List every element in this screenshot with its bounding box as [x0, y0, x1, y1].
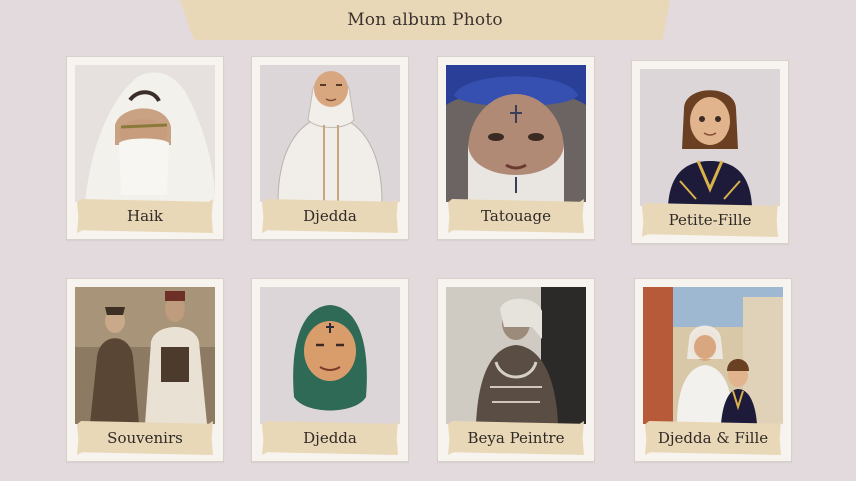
photo-card-djedda-portrait[interactable]: Djedda: [251, 278, 409, 462]
photo-label: Petite-Fille: [642, 203, 778, 237]
photo-label: Djedda: [262, 421, 398, 455]
photo-card-souvenirs[interactable]: Souvenirs: [66, 278, 224, 462]
photo-label: Beya Peintre: [448, 421, 584, 455]
photo-label: Djedda & Fille: [645, 421, 781, 455]
tatouage-photo: [446, 65, 586, 202]
haik-photo: [75, 65, 215, 202]
photo-card-djedda[interactable]: Djedda: [251, 56, 409, 240]
photo-card-tatouage[interactable]: Tatouage: [437, 56, 595, 240]
album-title: Mon album Photo: [347, 10, 503, 30]
photo-card-petite-fille[interactable]: Petite-Fille: [631, 60, 789, 244]
photo-label: Haik: [77, 199, 213, 233]
photo-card-haik[interactable]: Haik: [66, 56, 224, 240]
djedda-fille-illustration: [643, 287, 783, 424]
album-title-banner: Mon album Photo: [180, 0, 670, 40]
djedda-portrait-illustration: [260, 287, 400, 424]
petite-fille-illustration: [640, 69, 780, 206]
djedda-illustration: [260, 65, 400, 202]
photo-label: Tatouage: [448, 199, 584, 233]
photo-label: Souvenirs: [77, 421, 213, 455]
beya-photo: [446, 287, 586, 424]
photo-card-djedda-fille[interactable]: Djedda & Fille: [634, 278, 792, 462]
souvenirs-photo: [75, 287, 215, 424]
photo-label: Djedda: [262, 199, 398, 233]
photo-card-beya-peintre[interactable]: Beya Peintre: [437, 278, 595, 462]
